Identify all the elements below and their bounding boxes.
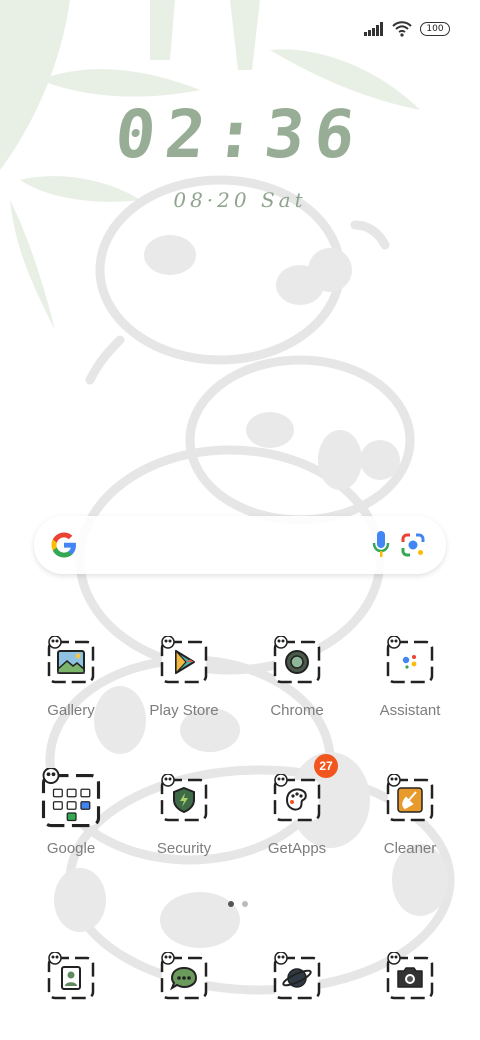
camera-icon	[386, 952, 434, 1000]
dock-camera[interactable]	[355, 946, 465, 1006]
app-cleaner[interactable]: Cleaner	[355, 768, 465, 878]
google-search-bar[interactable]	[34, 516, 446, 574]
cleaner-icon	[386, 774, 434, 822]
app-label: Google	[46, 840, 96, 857]
app-assistant[interactable]: Assistant	[355, 630, 465, 740]
app-label: Cleaner	[383, 840, 437, 857]
battery-level: 100	[426, 24, 444, 34]
page-indicator	[228, 901, 248, 907]
play-store-icon	[160, 636, 208, 684]
battery-icon: 100	[420, 22, 450, 36]
folder-google[interactable]: Google	[16, 768, 126, 878]
status-bar: 100	[364, 18, 450, 40]
app-chrome[interactable]: Chrome	[242, 630, 352, 740]
page-dot	[242, 901, 248, 907]
app-label: Chrome	[270, 702, 324, 719]
app-label: Assistant	[379, 702, 441, 719]
signal-icon	[364, 22, 383, 36]
app-getapps[interactable]: 27 GetApps	[242, 754, 352, 878]
app-gallery[interactable]: Gallery	[16, 630, 126, 740]
dock-contacts[interactable]	[16, 946, 126, 1006]
contacts-icon	[47, 952, 95, 1000]
dock-browser[interactable]	[242, 946, 352, 1006]
dock-messages[interactable]	[129, 946, 239, 1006]
app-play-store[interactable]: Play Store	[129, 630, 239, 740]
security-icon	[160, 774, 208, 822]
wifi-icon	[392, 21, 412, 37]
page-dot-active	[228, 901, 234, 907]
notification-badge: 27	[314, 754, 338, 778]
google-folder-icon	[41, 768, 101, 828]
google-icon	[51, 532, 76, 558]
app-label: Security	[156, 840, 212, 857]
lockscreen-clock: 02:36	[111, 96, 369, 173]
getapps-icon	[273, 774, 321, 822]
mic-icon[interactable]	[372, 530, 390, 560]
gallery-icon	[47, 636, 95, 684]
app-label: Gallery	[47, 702, 95, 719]
assistant-icon	[386, 636, 434, 684]
lockscreen-date: 08·20 Sat	[173, 188, 307, 212]
messages-icon	[160, 952, 208, 1000]
browser-icon	[273, 952, 321, 1000]
app-label: GetApps	[267, 840, 327, 857]
app-security[interactable]: Security	[129, 768, 239, 878]
chrome-icon	[273, 636, 321, 684]
app-label: Play Store	[149, 702, 219, 719]
lens-icon[interactable]	[400, 532, 426, 558]
